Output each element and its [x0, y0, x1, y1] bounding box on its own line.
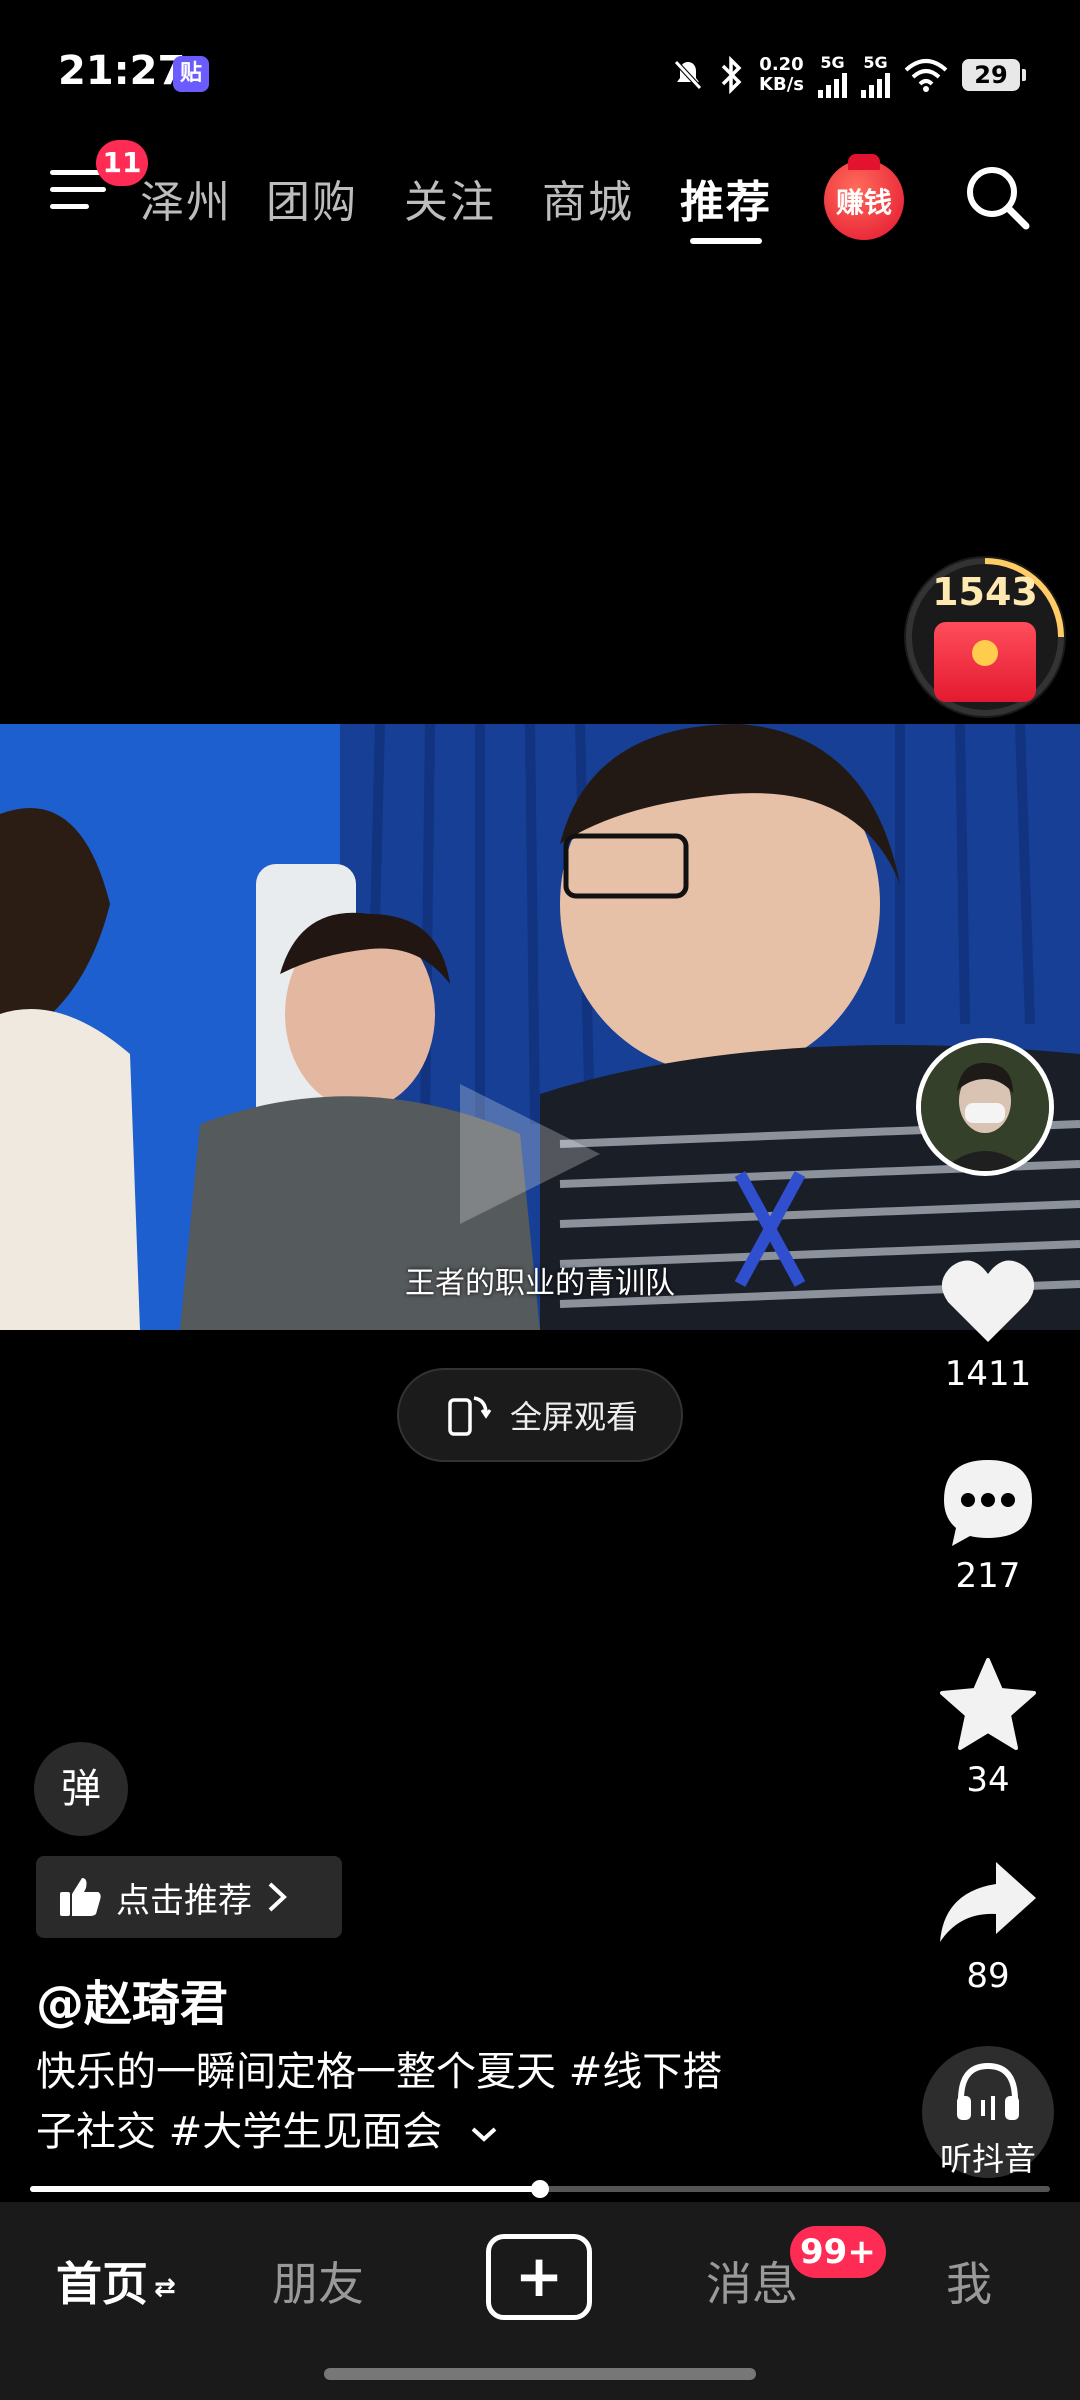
comment-icon — [944, 1460, 1032, 1546]
video-progress-knob[interactable] — [531, 2180, 549, 2198]
like-count: 1411 — [944, 1354, 1032, 1394]
home-indicator[interactable] — [324, 2368, 756, 2380]
status-time: 21:27 — [58, 48, 186, 94]
notification-app-icon: 贴 — [173, 56, 209, 92]
expand-chevron-icon[interactable] — [469, 2123, 499, 2145]
recommend-label: 点击推荐 — [116, 1880, 252, 1921]
nav-friends[interactable]: 朋友 — [272, 2248, 364, 2314]
post-caption[interactable]: 快乐的一瞬间定格一整个夏天 #线下搭 子社交 #大学生见面会 — [36, 2042, 836, 2162]
nav-me[interactable]: 我 — [946, 2248, 992, 2314]
plus-icon: + — [514, 2242, 564, 2310]
wifi-icon — [904, 59, 948, 92]
share-button[interactable]: 89 — [920, 1856, 1056, 1996]
sim2-signal: 5G — [861, 53, 890, 98]
messages-badge: 99+ — [790, 2226, 886, 2278]
coin-count: 1543 — [932, 570, 1038, 614]
caption-line-2: 子社交 #大学生见面会 — [36, 2102, 836, 2162]
refresh-swap-icon: ⇄ — [154, 2272, 176, 2303]
creator-avatar[interactable] — [916, 1038, 1054, 1176]
favorite-button[interactable]: 34 — [920, 1656, 1056, 1800]
caption-line-1: 快乐的一瞬间定格一整个夏天 #线下搭 — [36, 2049, 723, 2095]
active-tab-indicator — [690, 238, 762, 244]
rotate-screen-icon — [448, 1396, 492, 1436]
net-speed: 0.20 KB/s — [759, 54, 804, 95]
avatar-image — [921, 1043, 1049, 1171]
signal-bars-icon — [818, 72, 847, 98]
like-button[interactable]: 1411 — [920, 1254, 1056, 1394]
earn-money-button[interactable]: 赚钱 — [824, 154, 904, 240]
mute-bell-icon — [674, 60, 702, 90]
listen-douyin-button[interactable]: 听抖音 — [922, 2046, 1054, 2178]
headphones-icon — [957, 2062, 1019, 2120]
comment-count: 217 — [955, 1556, 1021, 1596]
comment-button[interactable]: 217 — [920, 1456, 1056, 1596]
share-icon — [940, 1862, 1036, 1942]
thumbs-up-icon — [60, 1878, 101, 1916]
share-count: 89 — [966, 1956, 1010, 1996]
battery-indicator: 29 — [962, 59, 1026, 91]
recommend-button[interactable]: 点击推荐 — [36, 1856, 342, 1938]
create-post-button[interactable]: + — [486, 2234, 592, 2320]
video-subtitle: 王者的职业的青训队 — [405, 1266, 675, 1301]
tab-recommend[interactable]: 推荐 — [680, 166, 772, 230]
favorite-count: 34 — [966, 1760, 1010, 1800]
search-icon[interactable] — [962, 162, 1032, 232]
nav-home[interactable]: 首页 ⇄ — [56, 2248, 176, 2314]
fullscreen-label: 全屏观看 — [509, 1398, 638, 1436]
status-icons: 0.20 KB/s 5G 5G 29 — [671, 50, 1026, 100]
danmaku-toggle-button[interactable]: 弹 — [34, 1742, 128, 1836]
video-frame — [0, 724, 1080, 1330]
tab-local[interactable]: 泽州 — [140, 166, 232, 230]
video-player[interactable] — [0, 724, 1080, 1330]
sim1-signal: 5G — [818, 53, 847, 98]
chevron-right-icon — [268, 1882, 287, 1912]
star-icon — [940, 1658, 1036, 1750]
nav-messages[interactable]: 消息 — [706, 2248, 798, 2314]
fullscreen-button[interactable]: 全屏观看 — [397, 1368, 683, 1462]
heart-icon — [941, 1260, 1035, 1342]
tab-following[interactable]: 关注 — [404, 166, 496, 230]
red-envelope-icon — [934, 622, 1036, 702]
tab-mall[interactable]: 商城 — [542, 166, 634, 230]
tab-group-buy[interactable]: 团购 — [266, 166, 358, 230]
signal-bars-icon — [861, 72, 890, 98]
listen-label: 听抖音 — [939, 2140, 1036, 2178]
creator-username[interactable]: @赵琦君 — [36, 1964, 228, 2034]
menu-icon[interactable] — [50, 170, 106, 216]
video-progress-fill — [30, 2186, 540, 2192]
bluetooth-icon — [721, 56, 742, 94]
